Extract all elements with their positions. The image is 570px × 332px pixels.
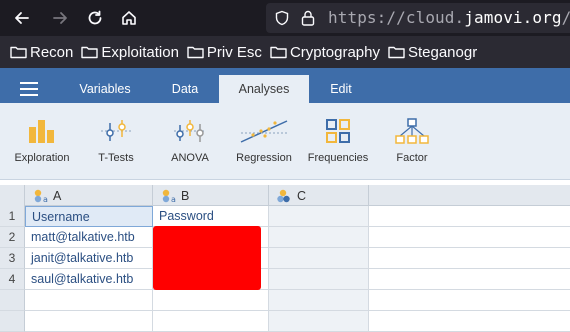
column-name: B bbox=[181, 188, 190, 203]
tool-label: ANOVA bbox=[171, 152, 209, 164]
factor-icon bbox=[395, 118, 429, 144]
tool-label: Regression bbox=[236, 152, 292, 164]
url-text[interactable]: https://cloud.jamovi.org/9 bbox=[328, 8, 570, 27]
folder-icon bbox=[187, 46, 204, 59]
app-header-strip bbox=[0, 68, 570, 75]
url-host: jamovi.org bbox=[464, 8, 562, 27]
back-arrow-icon bbox=[15, 12, 29, 24]
cell-a3[interactable]: janit@talkative.htb bbox=[25, 248, 153, 269]
shield-icon[interactable] bbox=[274, 10, 290, 26]
tool-label: Exploration bbox=[14, 152, 70, 164]
lock-icon[interactable] bbox=[300, 9, 316, 27]
bookmark-recon[interactable]: Recon bbox=[10, 44, 73, 61]
tab-analyses[interactable]: Analyses bbox=[219, 75, 309, 103]
bookmark-label: Steganogr bbox=[407, 43, 478, 61]
tab-variables[interactable]: Variables bbox=[64, 75, 146, 103]
back-button[interactable] bbox=[9, 5, 35, 31]
tab-data[interactable]: Data bbox=[152, 75, 218, 103]
row-number[interactable]: 4 bbox=[0, 269, 25, 290]
bookmark-steganography[interactable]: Steganogr bbox=[388, 44, 477, 61]
ttests-icon bbox=[101, 120, 131, 141]
cell-b6[interactable] bbox=[153, 311, 269, 332]
cell-d5[interactable] bbox=[369, 290, 570, 311]
bookmark-label: Cryptography bbox=[289, 43, 380, 61]
column-header-b[interactable]: a B bbox=[153, 185, 269, 206]
cell-c1[interactable] bbox=[269, 206, 369, 227]
column-name: C bbox=[297, 188, 307, 203]
regression-icon bbox=[240, 120, 288, 143]
url-prefix: https://cloud. bbox=[328, 8, 465, 27]
hamburger-menu-icon[interactable] bbox=[20, 82, 38, 96]
cell-c3[interactable] bbox=[269, 248, 369, 269]
exploration-button[interactable]: Exploration bbox=[2, 114, 82, 164]
tool-label: Factor bbox=[396, 152, 428, 164]
nominal-variable-icon: a bbox=[162, 189, 176, 203]
frequencies-button[interactable]: Frequencies bbox=[298, 114, 378, 164]
column-header-empty[interactable] bbox=[369, 185, 570, 206]
cell-c5[interactable] bbox=[269, 290, 369, 311]
forward-button[interactable] bbox=[47, 5, 73, 31]
cell-d3[interactable] bbox=[369, 248, 570, 269]
cell-b1[interactable]: Password bbox=[153, 206, 269, 227]
cell-a2[interactable]: matt@talkative.htb bbox=[25, 227, 153, 248]
cell-d4[interactable] bbox=[369, 269, 570, 290]
cell-a6[interactable] bbox=[25, 311, 153, 332]
cell-a1[interactable]: Username bbox=[25, 206, 153, 227]
ttests-button[interactable]: T-Tests bbox=[76, 114, 156, 164]
anova-icon bbox=[174, 120, 206, 142]
folder-icon bbox=[388, 46, 405, 59]
reload-icon bbox=[88, 10, 102, 25]
row-number[interactable]: 2 bbox=[0, 227, 25, 248]
cell-d1[interactable] bbox=[369, 206, 570, 227]
password-redaction bbox=[153, 226, 261, 290]
folder-icon bbox=[270, 46, 287, 59]
grid-corner[interactable] bbox=[0, 185, 25, 206]
home-icon bbox=[122, 11, 136, 25]
bookmark-exploitation[interactable]: Exploitation bbox=[81, 44, 179, 61]
reload-button[interactable] bbox=[82, 5, 108, 31]
tab-edit[interactable]: Edit bbox=[314, 75, 368, 103]
cell-d6[interactable] bbox=[369, 311, 570, 332]
bookmarks-bar: Recon Exploitation Priv Esc Cryptography… bbox=[0, 36, 570, 68]
forward-arrow-icon bbox=[53, 12, 67, 24]
row-number[interactable]: 3 bbox=[0, 248, 25, 269]
tool-label: Frequencies bbox=[307, 152, 369, 164]
folder-icon bbox=[81, 46, 99, 59]
nominal-variable-icon bbox=[277, 189, 290, 202]
anova-button[interactable]: ANOVA bbox=[150, 114, 230, 164]
svg-text:a: a bbox=[43, 195, 48, 203]
url-suffix: /9 bbox=[562, 8, 570, 27]
cell-a5[interactable] bbox=[25, 290, 153, 311]
cell-c4[interactable] bbox=[269, 269, 369, 290]
home-button[interactable] bbox=[116, 5, 142, 31]
regression-button[interactable]: Regression bbox=[224, 114, 304, 164]
bookmark-label: Exploitation bbox=[101, 43, 179, 61]
bookmark-label: Recon bbox=[30, 43, 74, 61]
row-number[interactable]: 1 bbox=[0, 206, 25, 227]
cell-d2[interactable] bbox=[369, 227, 570, 248]
bookmark-cryptography[interactable]: Cryptography bbox=[270, 44, 380, 61]
cell-c2[interactable] bbox=[269, 227, 369, 248]
frequencies-icon bbox=[326, 119, 350, 143]
column-header-c[interactable]: C bbox=[269, 185, 369, 206]
exploration-icon bbox=[29, 120, 54, 143]
column-header-a[interactable]: a A bbox=[25, 185, 153, 206]
cell-a4[interactable]: saul@talkative.htb bbox=[25, 269, 153, 290]
bookmark-label: Priv Esc bbox=[206, 43, 262, 61]
column-name: A bbox=[53, 188, 62, 203]
factor-button[interactable]: Factor bbox=[372, 114, 452, 164]
nominal-variable-icon: a bbox=[34, 189, 48, 203]
cell-b5[interactable] bbox=[153, 290, 269, 311]
cell-c6[interactable] bbox=[269, 311, 369, 332]
address-bar[interactable]: https://cloud.jamovi.org/9 bbox=[266, 3, 570, 33]
folder-icon bbox=[10, 46, 27, 59]
row-number-empty[interactable] bbox=[0, 311, 25, 332]
bookmark-priv-esc[interactable]: Priv Esc bbox=[187, 44, 262, 61]
tool-label: T-Tests bbox=[98, 152, 134, 164]
svg-text:a: a bbox=[171, 195, 176, 203]
row-number-empty[interactable] bbox=[0, 290, 25, 311]
